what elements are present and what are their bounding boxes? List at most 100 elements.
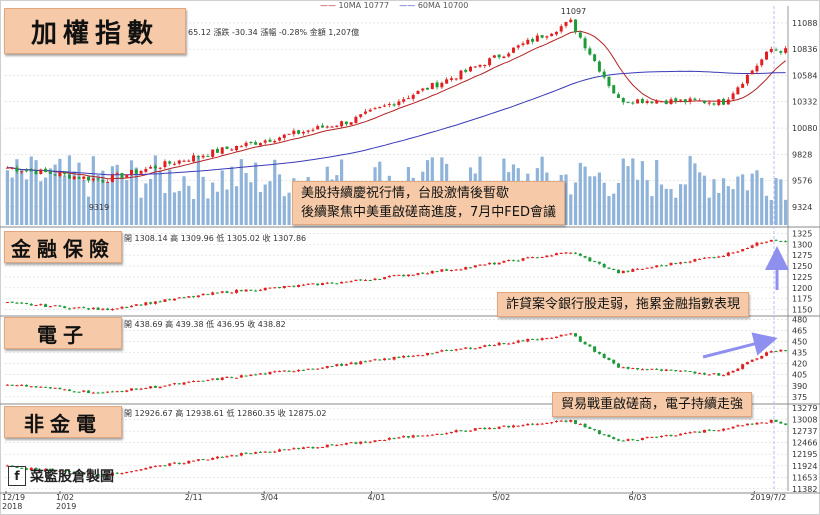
candle-body xyxy=(263,140,267,143)
volume-bar xyxy=(726,186,730,225)
candle-body xyxy=(488,345,492,347)
annotation-taiex-line-1: 美股持續慶祝行情，台股激情後暫歇 xyxy=(301,186,510,201)
volume-bar xyxy=(760,177,764,225)
candle-body xyxy=(134,388,138,390)
annotation-electronics-line-1: 貿易戰重啟磋商，電子持續走強 xyxy=(561,397,744,412)
candle-body xyxy=(58,387,62,390)
candle-body xyxy=(244,142,248,147)
candle-body xyxy=(483,264,487,266)
candle-body xyxy=(44,304,48,307)
candle-body xyxy=(282,285,286,288)
candle-body xyxy=(516,340,520,343)
candle-body xyxy=(29,170,33,172)
candle-body xyxy=(564,334,568,336)
candle-body xyxy=(397,356,401,358)
volume-bar xyxy=(573,182,578,225)
candle-body xyxy=(330,126,334,128)
candle-body xyxy=(688,98,692,102)
candle-body xyxy=(645,437,649,439)
volume-bar xyxy=(77,162,81,225)
candle-body xyxy=(421,272,425,274)
volume-bar xyxy=(263,184,267,225)
y-tick-label: 9828 xyxy=(792,150,812,159)
candle-body xyxy=(588,48,592,55)
candle-body xyxy=(640,369,644,371)
candle-body xyxy=(316,368,320,370)
candle-body xyxy=(492,345,496,347)
candle-body xyxy=(201,155,205,158)
candle-body xyxy=(244,289,248,292)
candle-body xyxy=(125,471,129,473)
candle-body xyxy=(263,373,267,375)
chart-canvas: 9324 9576 9828 10080 10332 10584 10836 11088 110… xyxy=(0,0,820,515)
candle-body xyxy=(125,390,129,392)
candle-body xyxy=(29,303,33,306)
candle-body xyxy=(311,368,315,370)
candle-body xyxy=(363,111,367,114)
candle-body xyxy=(540,35,544,38)
candle-body xyxy=(373,359,377,361)
candle-body xyxy=(20,171,24,173)
volume-bar xyxy=(669,189,673,225)
candle-body xyxy=(426,273,430,275)
y-tick-label: 9576 xyxy=(792,177,812,186)
candle-body xyxy=(340,444,344,446)
volume-bar xyxy=(196,156,200,225)
volume-bar xyxy=(702,175,707,225)
candle-body xyxy=(664,435,668,437)
candle-body xyxy=(574,333,578,337)
candle-body xyxy=(230,292,234,294)
y-tick-label: 465 xyxy=(792,327,807,336)
candle-body xyxy=(349,122,353,125)
candle-body xyxy=(502,260,506,263)
candle-body xyxy=(163,299,167,302)
annotation-taiex: 美股持續慶祝行情，台股激情後暫歇 後續聚焦中美重啟磋商進度，7月中FED會議 xyxy=(292,181,565,225)
candle-body xyxy=(674,369,678,372)
candle-body xyxy=(215,456,219,459)
candle-body xyxy=(774,239,778,241)
candle-body xyxy=(158,465,162,467)
candle-body xyxy=(712,373,716,375)
volume-bar xyxy=(645,180,649,225)
y-tick-label: 480 xyxy=(792,315,807,324)
candle-body xyxy=(192,155,196,162)
y-tick-label: 11382 xyxy=(792,485,817,494)
candle-body xyxy=(397,437,401,439)
candle-body xyxy=(363,441,367,443)
candle-body xyxy=(77,177,81,179)
candle-body xyxy=(722,375,726,377)
candle-body xyxy=(597,261,601,264)
candle-body xyxy=(215,378,219,380)
candle-body xyxy=(726,372,730,376)
candle-body xyxy=(516,425,520,427)
candle-body xyxy=(182,160,186,162)
volume-bar xyxy=(655,160,659,225)
candle-body xyxy=(712,103,716,105)
candle-body xyxy=(602,264,606,268)
candle-body xyxy=(521,340,525,342)
candle-body xyxy=(531,338,535,340)
candle-body xyxy=(278,137,282,141)
candle-body xyxy=(10,167,14,169)
candle-body xyxy=(593,429,597,431)
candle-body xyxy=(769,48,773,52)
candle-body xyxy=(554,336,558,339)
candle-body xyxy=(650,436,654,438)
candle-body xyxy=(473,265,477,268)
candle-body xyxy=(602,71,606,78)
candle-body xyxy=(554,421,558,423)
candle-body xyxy=(655,368,659,370)
candle-body xyxy=(44,386,48,388)
candle-body xyxy=(435,351,439,354)
annotation-finance: 詐貸案令銀行股走弱，拖累金融指數表現 xyxy=(497,292,750,317)
candle-body xyxy=(569,333,573,335)
candle-body xyxy=(235,377,239,379)
candle-body xyxy=(402,99,406,102)
candle-body xyxy=(378,106,382,109)
candle-body xyxy=(168,384,172,386)
candle-body xyxy=(478,346,482,349)
candle-body xyxy=(10,301,14,303)
candle-body xyxy=(545,36,549,38)
candle-body xyxy=(626,270,630,272)
candle-body xyxy=(554,31,558,35)
